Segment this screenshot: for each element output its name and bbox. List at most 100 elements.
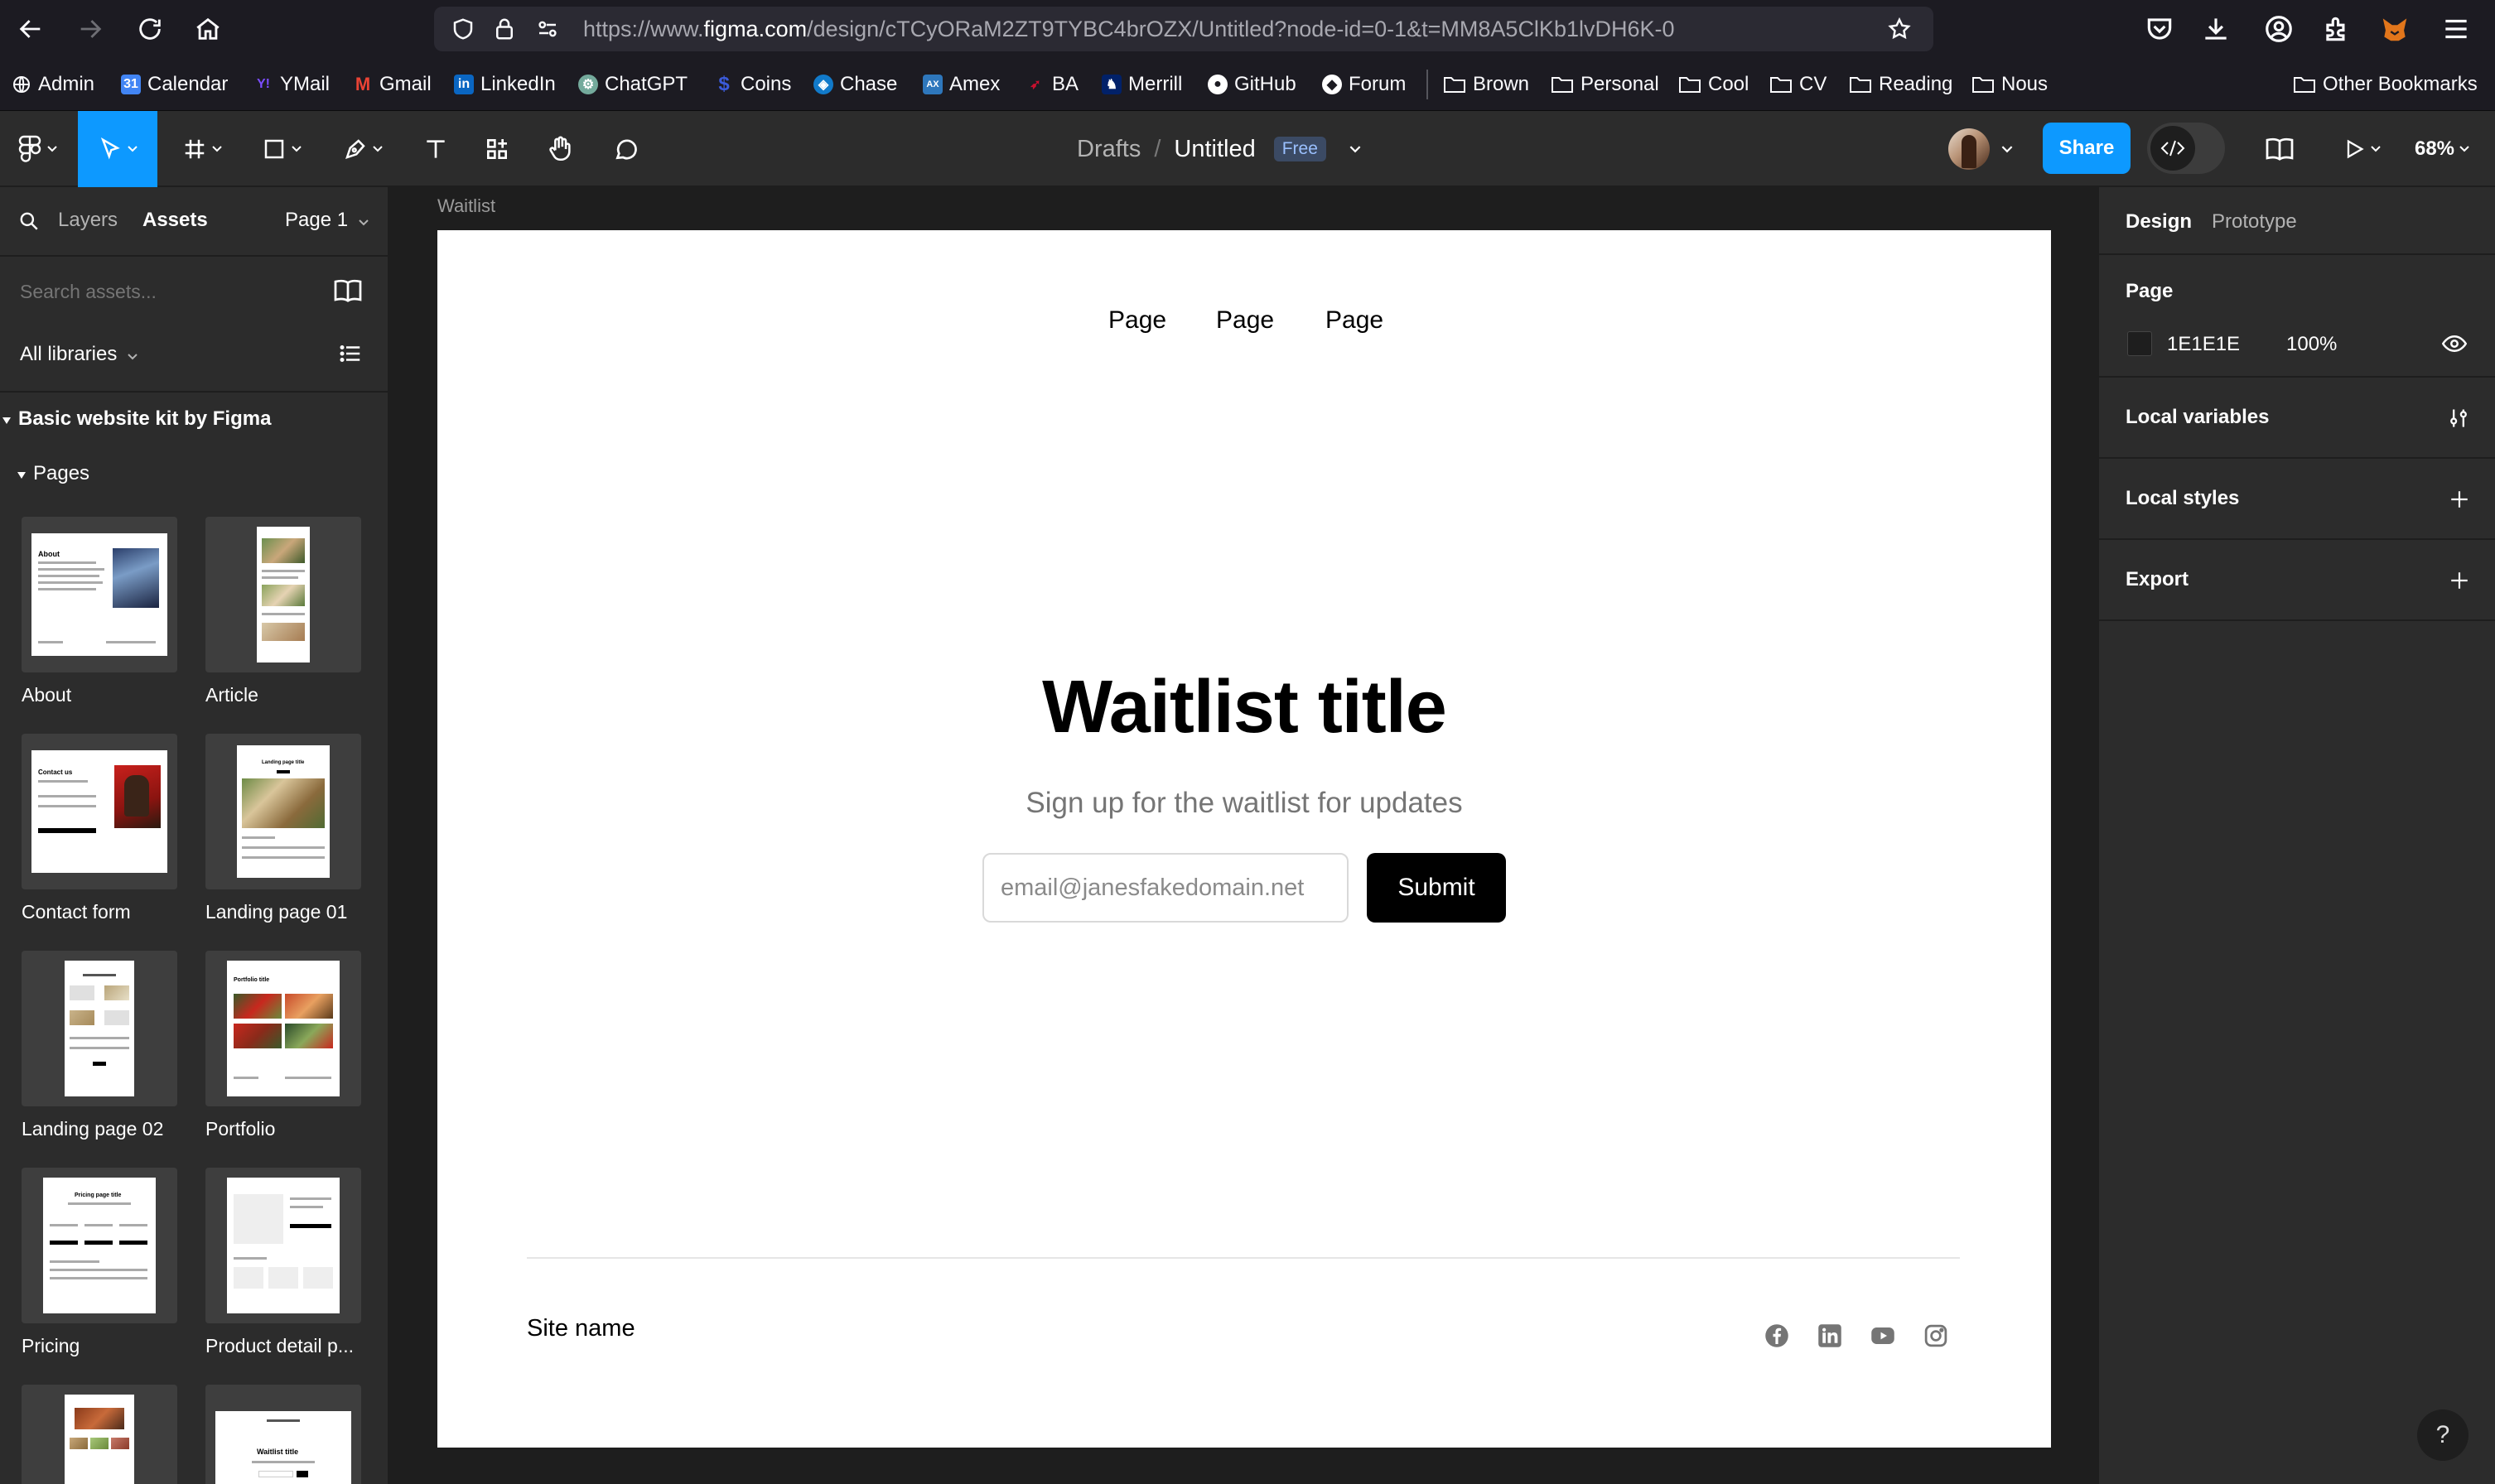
local-variables-section[interactable]: Local variables [2099,378,2495,459]
frame-label[interactable]: Waitlist [437,195,495,217]
zoom-menu[interactable]: 68% [2402,111,2482,187]
present-button[interactable] [2329,111,2394,187]
folder-reading[interactable]: Reading [1849,58,1952,111]
text-tool[interactable] [411,111,461,187]
share-button[interactable]: Share [2043,123,2131,174]
asset-label: Landing page 02 [22,1118,164,1140]
bookmark-gmail[interactable]: M Gmail [353,58,432,111]
asset-pricing-thumbnail[interactable]: Pricing page title [22,1168,177,1323]
library-book-button[interactable] [2255,111,2304,187]
search-assets-input[interactable] [18,273,300,310]
submit-button[interactable]: Submit [1367,853,1506,923]
chevron-down-icon[interactable] [1349,145,1361,153]
email-field[interactable] [982,853,1349,923]
dev-mode-toggle[interactable] [2147,123,2225,174]
asset-about-thumbnail[interactable]: About [22,517,177,672]
hand-tool[interactable] [535,111,585,187]
frame-tool[interactable] [169,111,235,187]
page-color-swatch[interactable] [2127,331,2152,356]
library-book-icon[interactable] [333,278,363,303]
bookmark-coins[interactable]: $ Coins [714,58,791,111]
youtube-icon[interactable] [1870,1323,1895,1348]
shield-icon[interactable] [451,17,475,41]
breadcrumb-drafts[interactable]: Drafts [1077,136,1141,163]
shape-tool[interactable] [249,111,315,187]
asset-landing-page-01-thumbnail[interactable]: Landing page title [205,734,361,889]
asset-landing-page-02-thumbnail[interactable] [22,951,177,1106]
bookmark-ba[interactable]: ➶ BA [1026,58,1079,111]
bookmark-chase[interactable]: ◈ Chase [813,58,897,111]
bookmark-ymail[interactable]: Y! YMail [253,58,330,111]
plus-icon[interactable] [2449,489,2470,510]
pages-section-header[interactable]: Pages [17,462,89,485]
local-styles-section[interactable]: Local styles [2099,459,2495,540]
pen-tool[interactable] [330,111,396,187]
comment-tool[interactable] [601,111,651,187]
bookmark-github[interactable]: ● GitHub [1208,58,1296,111]
asset-thumbnail[interactable] [22,1385,177,1484]
linkedin-icon[interactable] [1817,1323,1842,1348]
tab-layers[interactable]: Layers [58,209,118,232]
folder-brown[interactable]: Brown [1443,58,1529,111]
bookmark-calendar[interactable]: 31 Calendar [121,58,228,111]
resources-tool[interactable] [472,111,522,187]
page-selector[interactable]: Page 1 [285,209,369,232]
tab-prototype[interactable]: Prototype [2212,210,2297,234]
folder-cv[interactable]: CV [1769,58,1827,111]
bookmark-chatgpt[interactable]: ⚙ ChatGPT [578,58,688,111]
folder-personal[interactable]: Personal [1551,58,1659,111]
other-bookmarks[interactable]: Other Bookmarks [2293,58,2478,111]
eye-icon[interactable] [2442,333,2467,354]
move-tool[interactable] [78,111,157,187]
plus-icon[interactable] [2449,570,2470,591]
pocket-icon[interactable] [2144,13,2175,45]
help-button[interactable]: ? [2417,1409,2468,1461]
search-icon[interactable] [18,210,40,232]
extensions-icon[interactable] [2321,13,2353,45]
bookmark-star-icon[interactable] [1887,17,1912,41]
facebook-icon[interactable] [1764,1323,1789,1348]
bookmark-amex[interactable]: AX Amex [923,58,1000,111]
export-section[interactable]: Export [2099,540,2495,621]
address-bar[interactable]: https://www.figma.com/design/cTCyORaM2ZT… [434,7,1933,51]
libraries-filter[interactable]: All libraries [20,343,138,366]
metamask-fox-icon[interactable] [2379,13,2411,45]
folder-cool[interactable]: Cool [1678,58,1749,111]
user-avatar-menu[interactable] [1948,124,2031,174]
reload-icon[interactable] [133,12,167,46]
menu-icon[interactable] [2440,13,2472,45]
asset-article-thumbnail[interactable] [205,517,361,672]
bookmark-forum[interactable]: ◆ Forum [1322,58,1406,111]
bookmark-merrill[interactable]: ♞ Merrill [1102,58,1182,111]
variables-settings-icon[interactable] [2447,406,2470,431]
bookmark-linkedin[interactable]: in LinkedIn [454,58,556,111]
account-icon[interactable] [2263,13,2295,45]
nav-link-page-1[interactable]: Page [1108,306,1166,335]
bookmark-admin[interactable]: Admin [12,58,94,111]
page-color-hex[interactable]: 1E1E1E [2167,333,2240,356]
library-header[interactable]: Basic website kit by Figma [2,407,271,431]
home-icon[interactable] [191,12,225,46]
downloads-icon[interactable] [2200,13,2232,45]
list-view-icon[interactable] [338,341,363,366]
canvas[interactable]: Waitlist Page Page Page Waitlist title S… [389,187,2097,1484]
folder-nous[interactable]: Nous [1971,58,2048,111]
asset-thumbnail[interactable]: Waitlist title [205,1385,361,1484]
url-text[interactable]: https://www.figma.com/design/cTCyORaM2ZT… [583,7,1675,51]
lock-icon[interactable] [492,17,517,41]
page-color-opacity[interactable]: 100% [2286,333,2337,356]
file-name[interactable]: Untitled [1174,136,1255,163]
back-icon[interactable] [13,12,48,46]
permissions-icon[interactable] [535,17,560,41]
tab-assets[interactable]: Assets [142,209,208,232]
asset-portfolio-thumbnail[interactable]: Portfolio title [205,951,361,1106]
asset-contact-form-thumbnail[interactable]: Contact us [22,734,177,889]
instagram-icon[interactable] [1923,1323,1948,1348]
nav-link-page-3[interactable]: Page [1325,306,1383,335]
nav-link-page-2[interactable]: Page [1216,306,1274,335]
waitlist-frame[interactable]: Page Page Page Waitlist title Sign up fo… [437,230,2051,1448]
tab-design[interactable]: Design [2126,210,2192,234]
main-menu-button[interactable] [8,111,66,187]
asset-product-detail-thumbnail[interactable] [205,1168,361,1323]
forward-icon[interactable] [73,12,108,46]
